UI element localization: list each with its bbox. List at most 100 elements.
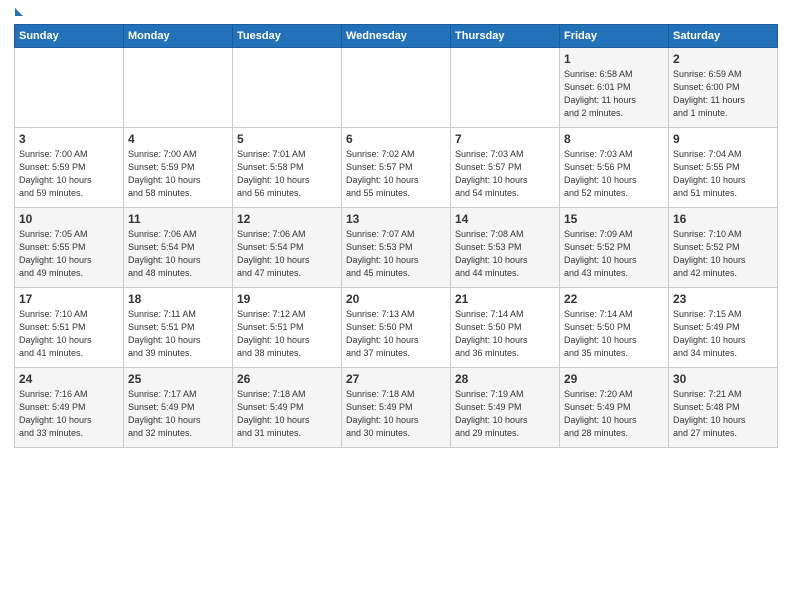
calendar-cell: 13Sunrise: 7:07 AMSunset: 5:53 PMDayligh… [342, 208, 451, 288]
day-info: Sunrise: 7:12 AMSunset: 5:51 PMDaylight:… [237, 308, 337, 360]
col-header-wednesday: Wednesday [342, 25, 451, 48]
calendar-cell: 9Sunrise: 7:04 AMSunset: 5:55 PMDaylight… [669, 128, 778, 208]
calendar-cell: 3 Sunrise: 7:00 AMSunset: 5:59 PMDaylight… [15, 128, 124, 208]
col-header-sunday: Sunday [15, 25, 124, 48]
calendar-cell: 12 Sunrise: 7:06 AMSunset: 5:54 PMDayligh… [233, 208, 342, 288]
calendar-cell: 1 Sunrise: 6:58 AMSunset: 6:01 PMDaylight… [560, 48, 669, 128]
day-info: Sunrise: 7:07 AMSunset: 5:53 PMDaylight:… [346, 228, 446, 280]
calendar-cell [233, 48, 342, 128]
calendar-cell [342, 48, 451, 128]
day-number: 12 [237, 212, 337, 226]
calendar-cell: 11 Sunrise: 7:06 AMSunset: 5:54 PMDayligh… [124, 208, 233, 288]
day-number: 10 [19, 212, 119, 226]
calendar-cell: 23 Sunrise: 7:15 AMSunset: 5:49 PMDayligh… [669, 288, 778, 368]
calendar-cell: 6 Sunrise: 7:02 AMSunset: 5:57 PMDaylight… [342, 128, 451, 208]
week-row-3: 10Sunrise: 7:05 AMSunset: 5:55 PMDayligh… [15, 208, 778, 288]
day-info: Sunrise: 6:58 AMSunset: 6:01 PMDaylight:… [564, 68, 664, 120]
day-info: Sunrise: 7:09 AMSunset: 5:52 PMDaylight:… [564, 228, 664, 280]
day-number: 24 [19, 372, 119, 386]
calendar-cell: 28 Sunrise: 7:19 AMSunset: 5:49 PMDayligh… [451, 368, 560, 448]
calendar-cell [451, 48, 560, 128]
day-info: Sunrise: 7:15 AMSunset: 5:49 PMDaylight:… [673, 308, 773, 360]
calendar-cell: 25 Sunrise: 7:17 AMSunset: 5:49 PMDayligh… [124, 368, 233, 448]
calendar-cell: 4Sunrise: 7:00 AMSunset: 5:59 PMDaylight… [124, 128, 233, 208]
day-info: Sunrise: 7:18 AMSunset: 5:49 PMDaylight:… [346, 388, 446, 440]
day-number: 18 [128, 292, 228, 306]
day-number: 2 [673, 52, 773, 66]
calendar-cell: 16 Sunrise: 7:10 AMSunset: 5:52 PMDayligh… [669, 208, 778, 288]
calendar-cell: 20 Sunrise: 7:13 AMSunset: 5:50 PMDayligh… [342, 288, 451, 368]
day-number: 28 [455, 372, 555, 386]
day-info: Sunrise: 7:03 AMSunset: 5:57 PMDaylight:… [455, 148, 555, 200]
day-info: Sunrise: 7:00 AMSunset: 5:59 PMDaylight:… [128, 148, 228, 200]
header [14, 10, 778, 16]
calendar-cell: 19 Sunrise: 7:12 AMSunset: 5:51 PMDayligh… [233, 288, 342, 368]
day-number: 19 [237, 292, 337, 306]
day-number: 8 [564, 132, 664, 146]
day-number: 15 [564, 212, 664, 226]
calendar-cell: 15 Sunrise: 7:09 AMSunset: 5:52 PMDayligh… [560, 208, 669, 288]
day-number: 25 [128, 372, 228, 386]
day-number: 20 [346, 292, 446, 306]
day-info: Sunrise: 7:13 AMSunset: 5:50 PMDaylight:… [346, 308, 446, 360]
day-number: 7 [455, 132, 555, 146]
day-info: Sunrise: 7:03 AMSunset: 5:56 PMDaylight:… [564, 148, 664, 200]
col-header-tuesday: Tuesday [233, 25, 342, 48]
col-header-monday: Monday [124, 25, 233, 48]
day-number: 14 [455, 212, 555, 226]
calendar-cell: 26Sunrise: 7:18 AMSunset: 5:49 PMDayligh… [233, 368, 342, 448]
calendar-table: SundayMondayTuesdayWednesdayThursdayFrid… [14, 24, 778, 448]
calendar-cell [124, 48, 233, 128]
calendar-cell: 21Sunrise: 7:14 AMSunset: 5:50 PMDayligh… [451, 288, 560, 368]
day-number: 5 [237, 132, 337, 146]
day-info: Sunrise: 7:06 AMSunset: 5:54 PMDaylight:… [237, 228, 337, 280]
day-info: Sunrise: 7:21 AMSunset: 5:48 PMDaylight:… [673, 388, 773, 440]
day-number: 26 [237, 372, 337, 386]
calendar-cell: 27Sunrise: 7:18 AMSunset: 5:49 PMDayligh… [342, 368, 451, 448]
day-info: Sunrise: 7:19 AMSunset: 5:49 PMDaylight:… [455, 388, 555, 440]
day-number: 17 [19, 292, 119, 306]
day-info: Sunrise: 7:14 AMSunset: 5:50 PMDaylight:… [564, 308, 664, 360]
calendar-cell: 7 Sunrise: 7:03 AMSunset: 5:57 PMDaylight… [451, 128, 560, 208]
day-number: 29 [564, 372, 664, 386]
calendar-cell: 10Sunrise: 7:05 AMSunset: 5:55 PMDayligh… [15, 208, 124, 288]
day-number: 23 [673, 292, 773, 306]
week-row-2: 3 Sunrise: 7:00 AMSunset: 5:59 PMDaylight… [15, 128, 778, 208]
day-number: 21 [455, 292, 555, 306]
calendar-cell: 30 Sunrise: 7:21 AMSunset: 5:48 PMDayligh… [669, 368, 778, 448]
logo-triangle-icon [15, 8, 23, 16]
calendar-cell: 29Sunrise: 7:20 AMSunset: 5:49 PMDayligh… [560, 368, 669, 448]
calendar-cell: 18 Sunrise: 7:11 AMSunset: 5:51 PMDayligh… [124, 288, 233, 368]
day-number: 1 [564, 52, 664, 66]
day-info: Sunrise: 7:06 AMSunset: 5:54 PMDaylight:… [128, 228, 228, 280]
day-number: 6 [346, 132, 446, 146]
header-row: SundayMondayTuesdayWednesdayThursdayFrid… [15, 25, 778, 48]
week-row-5: 24Sunrise: 7:16 AMSunset: 5:49 PMDayligh… [15, 368, 778, 448]
day-info: Sunrise: 7:10 AMSunset: 5:51 PMDaylight:… [19, 308, 119, 360]
col-header-friday: Friday [560, 25, 669, 48]
day-info: Sunrise: 7:11 AMSunset: 5:51 PMDaylight:… [128, 308, 228, 360]
day-number: 30 [673, 372, 773, 386]
calendar-cell: 5 Sunrise: 7:01 AMSunset: 5:58 PMDaylight… [233, 128, 342, 208]
day-info: Sunrise: 7:02 AMSunset: 5:57 PMDaylight:… [346, 148, 446, 200]
col-header-saturday: Saturday [669, 25, 778, 48]
calendar-cell: 14 Sunrise: 7:08 AMSunset: 5:53 PMDayligh… [451, 208, 560, 288]
day-info: Sunrise: 7:01 AMSunset: 5:58 PMDaylight:… [237, 148, 337, 200]
day-info: Sunrise: 6:59 AMSunset: 6:00 PMDaylight:… [673, 68, 773, 120]
day-info: Sunrise: 7:08 AMSunset: 5:53 PMDaylight:… [455, 228, 555, 280]
calendar-page: SundayMondayTuesdayWednesdayThursdayFrid… [0, 0, 792, 612]
day-number: 9 [673, 132, 773, 146]
week-row-1: 1 Sunrise: 6:58 AMSunset: 6:01 PMDaylight… [15, 48, 778, 128]
calendar-cell [15, 48, 124, 128]
day-number: 22 [564, 292, 664, 306]
logo [14, 10, 23, 16]
day-number: 3 [19, 132, 119, 146]
calendar-cell: 24Sunrise: 7:16 AMSunset: 5:49 PMDayligh… [15, 368, 124, 448]
day-info: Sunrise: 7:10 AMSunset: 5:52 PMDaylight:… [673, 228, 773, 280]
day-info: Sunrise: 7:17 AMSunset: 5:49 PMDaylight:… [128, 388, 228, 440]
day-number: 11 [128, 212, 228, 226]
week-row-4: 17 Sunrise: 7:10 AMSunset: 5:51 PMDayligh… [15, 288, 778, 368]
calendar-cell: 17 Sunrise: 7:10 AMSunset: 5:51 PMDayligh… [15, 288, 124, 368]
day-info: Sunrise: 7:00 AMSunset: 5:59 PMDaylight:… [19, 148, 119, 200]
day-number: 16 [673, 212, 773, 226]
